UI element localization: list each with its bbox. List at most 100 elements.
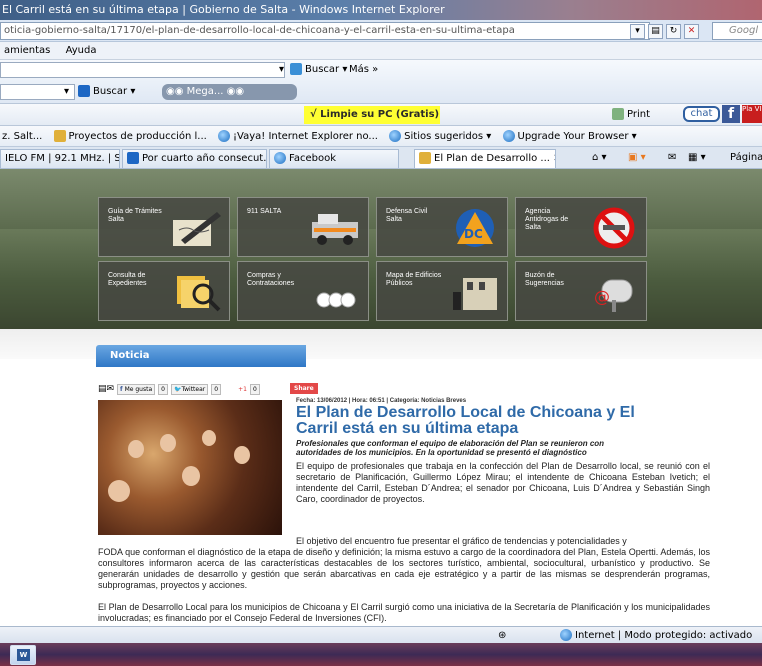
buscar2-label: Buscar [93,86,128,97]
share-button[interactable]: Share [290,383,318,394]
folders-magnifier-icon [177,276,221,312]
tab-label: Facebook [289,153,336,164]
article-paragraph-1: El equipo de profesionales que trabaja e… [296,461,710,504]
close-tab-icon[interactable]: ✕ [553,153,555,164]
favorite-item[interactable]: Upgrade Your Browser ▾ [502,130,637,142]
print-icon[interactable]: ▦ ▾ [688,150,706,166]
like-count: 0 [158,383,168,395]
article-paragraph-2: FODA que conforman el diagnóstico de la … [98,547,710,590]
buscar2-button[interactable]: Buscar ▾ [78,84,135,100]
menu-bar: amientas Ayuda [0,42,762,60]
word-taskbar-button[interactable]: W [10,645,36,665]
mega-label: Mega... [186,86,224,97]
svg-text:DC: DC [464,227,483,241]
refresh-icon[interactable]: ↻ [666,23,681,39]
window-title: El Carril está en su última etapa | Gobi… [2,3,445,16]
building-icon [453,278,497,310]
tile-911-salta[interactable]: 911 SALTA [237,197,369,257]
buscar-label: Buscar [305,64,340,75]
toolbar-search-field[interactable] [0,62,285,78]
tile-buzon-sugerencias[interactable]: Buzón de Sugerencias @ [515,261,647,321]
mail-icon[interactable]: ✉ [668,150,676,166]
play-video-icon[interactable]: Pla VID [742,105,762,123]
limpie-button[interactable]: √ Limpie su PC (Gratis) [304,106,440,124]
tile-label: Consulta de Expedientes [108,272,147,287]
mas-button[interactable]: Más » [349,62,378,78]
media-bar[interactable]: ◉◉ Mega... ◉◉ [162,84,297,100]
chat-button[interactable]: chat [683,106,720,122]
like-label: Me gusta [124,385,153,393]
tab-label: IELO FM | 92.1 MHz. | S... [5,153,120,164]
address-buttons: ▾ ▤ ↻ ✕ [630,22,699,40]
like-button[interactable]: f Me gusta [117,383,156,395]
tab-ielo-fm[interactable]: IELO FM | 92.1 MHz. | S... [0,149,120,168]
menu-item-help[interactable]: Ayuda [66,45,97,56]
tile-label: 911 SALTA [247,208,282,215]
tile-agencia-antidrogas[interactable]: Agencia Antidrogas de Salta [515,197,647,257]
tile-defensa-civil[interactable]: Defensa Civil Salta DC [376,197,508,257]
article-paragraph-3: El Plan de Desarrollo Local para los mun… [98,602,710,623]
tab-favicon-icon [419,152,431,164]
facebook-like-icon: f [120,385,123,393]
bulbs-icon [316,292,356,308]
favorites-bar: z. Salt... Proyectos de producción l... … [0,126,762,147]
menu-item-tools[interactable]: amientas [4,45,50,56]
mailbox-icon: @ [594,279,633,312]
tile-label: Defensa Civil Salta [386,208,428,223]
buscar-button[interactable]: Buscar ▾ [290,62,347,78]
tile-label: Mapa de Edificios Públicos [386,272,442,287]
buscar2-icon [78,85,90,97]
tab-plan-desarrollo[interactable]: El Plan de Desarrollo ... ✕ [414,149,556,168]
tweet-button[interactable]: 🐦Twittear [170,383,209,395]
tile-mapa-edificios[interactable]: Mapa de Edificios Públicos [376,261,508,321]
search-toolbar: ▾ Buscar ▾ Más » ▾ Buscar ▾ ◉◉ Mega... ◉… [0,60,762,104]
favorite-item[interactable]: Proyectos de producción l... [53,130,207,142]
page-menu[interactable]: Página [730,150,762,166]
tile-label: Agencia Antidrogas de Salta [525,208,569,231]
tile-compras-contrataciones[interactable]: Compras y Contrataciones [237,261,369,321]
feeds-icon[interactable]: ▣ ▾ [628,150,646,166]
dropdown-arrow-icon[interactable]: ▾ [630,23,645,39]
favorite-label: ¡Vaya! Internet Explorer no... [233,131,378,142]
tweet-count: 0 [211,383,222,395]
tab-favicon-icon [127,152,139,164]
tab-cuarto-ano[interactable]: Por cuarto año consecut... [122,149,267,168]
dropdown-arrow-icon[interactable]: ▾ [279,62,284,78]
tile-guia-tramites[interactable]: Guía de Trámites Salta [98,197,230,257]
tile-consulta-expedientes[interactable]: Consulta de Expedientes [98,261,230,321]
hero-banner: Guía de Trámites Salta 911 SALTA Defensa… [0,169,762,329]
plus-one-count: 0 [249,383,260,395]
favorite-item[interactable]: ¡Vaya! Internet Explorer no... [218,130,378,142]
buscar-icon [290,63,302,75]
tab-label: El Plan de Desarrollo ... [434,153,550,164]
print-page-icon[interactable]: ▤✉ [98,384,114,394]
ie-icon [218,130,231,142]
search-box[interactable]: Googl [712,22,762,40]
tab-facebook[interactable]: Facebook [269,149,399,168]
favorite-item[interactable]: z. Salt... [2,131,42,142]
page-content: Guía de Trámites Salta 911 SALTA Defensa… [0,169,762,626]
favorite-item[interactable]: Sitios sugeridos ▾ [389,130,492,142]
address-bar[interactable]: oticia-gobierno-salta/17170/el-plan-de-d… [0,22,650,40]
tile-label: Buzón de Sugerencias [525,272,564,287]
compatibility-icon[interactable]: ▤ [648,23,663,39]
printer-icon [612,108,624,120]
zone-status[interactable]: Internet | Modo protegido: activado [560,627,752,644]
zone-label: Internet | Modo protegido: activado [575,630,753,641]
facebook-icon[interactable]: f [722,105,740,123]
tab-bar: IELO FM | 92.1 MHz. | S... Por cuarto añ… [0,147,762,169]
share-buttons: ▤✉ f Me gusta 0 🐦Twittear 0 +1 0 [98,383,260,395]
tile-label: Guía de Trámites Salta [108,208,162,223]
favorite-label: Sitios sugeridos ▾ [404,131,492,142]
article-photo [98,400,282,535]
plus-one-button[interactable]: +1 [238,386,247,393]
status-bar: ⊛ Internet | Modo protegido: activado [0,626,762,643]
home-icon[interactable]: ⌂ ▾ [592,150,607,166]
word-icon: W [17,649,30,661]
dropdown-arrow-icon[interactable]: ▾ [64,84,69,100]
print-button[interactable]: Print [612,107,650,123]
stop-icon[interactable]: ✕ [684,23,699,39]
security-icon[interactable]: ⊛ [498,627,506,644]
svg-text:@: @ [594,287,610,306]
print-label: Print [627,109,651,120]
